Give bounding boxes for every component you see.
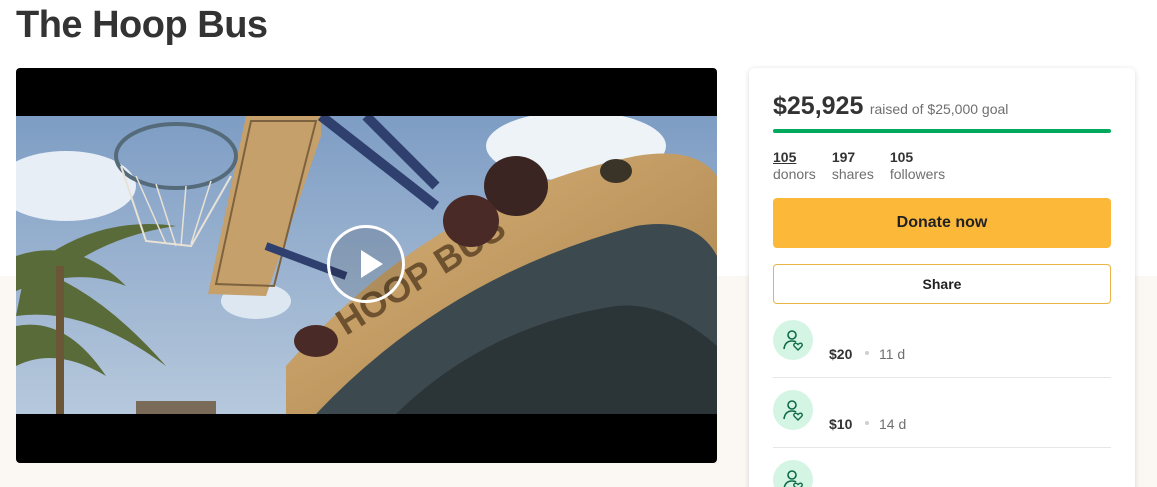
- donor-heart-icon: [783, 470, 803, 487]
- donor-heart-icon: [783, 400, 803, 421]
- donation-item: $10 14 d: [773, 390, 1111, 448]
- donors-count[interactable]: 105: [773, 149, 816, 166]
- separator-dot: [865, 421, 869, 425]
- share-button[interactable]: Share: [773, 264, 1111, 304]
- donor-avatar: [773, 390, 813, 430]
- progress-bar: [773, 129, 1111, 133]
- divider: [773, 377, 1111, 378]
- donor-avatar: [773, 320, 813, 360]
- page-title: The Hoop Bus: [16, 4, 268, 46]
- donors-label: donors: [773, 166, 816, 182]
- video-player[interactable]: HOOP BUS: [16, 68, 717, 463]
- play-button[interactable]: [327, 225, 405, 303]
- play-icon: [361, 250, 383, 278]
- separator-dot: [865, 351, 869, 355]
- stat-followers: 105 followers: [890, 149, 945, 183]
- donation-amount: $20: [829, 346, 853, 362]
- shares-count: 197: [831, 149, 856, 165]
- donation-item: [773, 460, 1111, 487]
- stats-row: 105 donors 197 shares 105 followers: [773, 149, 961, 183]
- goal-text: raised of $25,000 goal: [869, 101, 1009, 117]
- shares-label: shares: [831, 166, 874, 182]
- progress-fill: [773, 129, 1111, 133]
- followers-label: followers: [889, 166, 946, 182]
- stat-donors[interactable]: 105 donors: [773, 149, 816, 183]
- followers-count: 105: [889, 149, 914, 165]
- donation-item: $20 11 d: [773, 320, 1111, 378]
- raised-summary: $25,925 raised of $25,000 goal: [773, 92, 1008, 121]
- stat-shares: 197 shares: [832, 149, 874, 183]
- donation-card: $25,925 raised of $25,000 goal 105 donor…: [749, 68, 1135, 487]
- donation-time: 14 d: [879, 416, 907, 432]
- divider: [773, 447, 1111, 448]
- donation-time: 11 d: [879, 346, 906, 362]
- donor-heart-icon: [783, 330, 803, 351]
- donate-now-button[interactable]: Donate now: [773, 198, 1111, 248]
- donor-avatar: [773, 460, 813, 487]
- donation-amount: $10: [829, 416, 853, 432]
- raised-amount: $25,925: [773, 92, 864, 120]
